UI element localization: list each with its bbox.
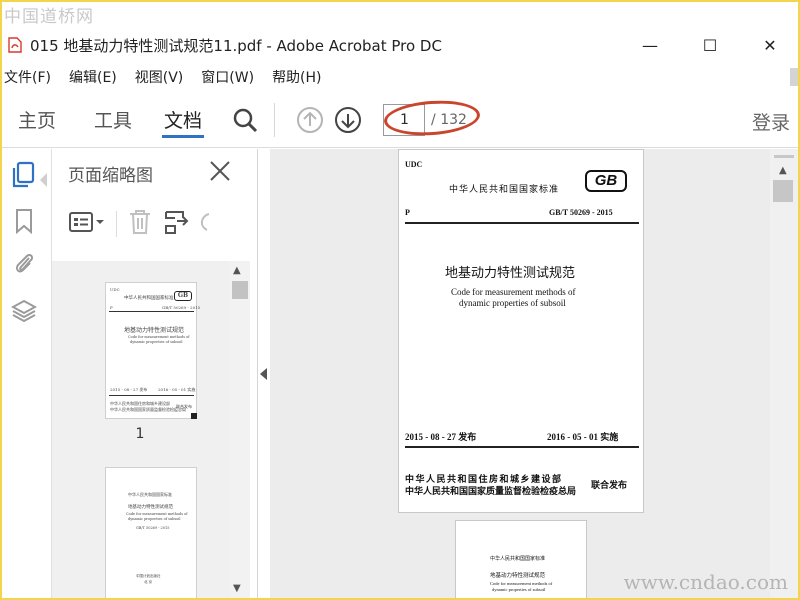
panel-title: 页面缩略图 [68, 166, 153, 186]
bookmark-icon[interactable] [10, 207, 38, 235]
thumbnail-options-icon[interactable] [68, 210, 106, 238]
thumbnails-scrollbar[interactable]: ▲ ▼ [228, 261, 250, 600]
panel-tool-separator [116, 211, 117, 237]
watermark-top-left: 中国道桥网 [4, 7, 94, 27]
page1-en2: dynamic properties of subsoil [459, 298, 566, 308]
page-thumbnail-1-label: 1 [135, 426, 145, 442]
layers-icon[interactable] [10, 297, 38, 325]
thumb1-rule [109, 311, 194, 312]
tab-home[interactable]: 主页 [10, 92, 64, 148]
page1-code: GB/T 50269 - 2015 [549, 208, 613, 217]
thumb2-l7: 北 京 [144, 580, 153, 584]
left-navigation-rail [0, 149, 52, 600]
thumb2-l6: 中国计划出版社 [136, 574, 161, 578]
thumbnails-scroll-track [230, 261, 250, 600]
menubar-scroll-stub [790, 68, 798, 86]
window-title: 015 地基动力特性测试规范11.pdf - Adobe Acrobat Pro… [30, 36, 442, 55]
page-thumbnails-panel: 页面缩略图 UDC 中华人民共和国国家标准 GB P GB/T 50269 - … [52, 149, 258, 600]
thumb1-issuer2: 中华人民共和国国家质量监督检验检疫总局 [110, 407, 186, 412]
close-button[interactable]: ✕ [740, 28, 800, 62]
thumb2-l1: 中华人民共和国国家标准 [128, 492, 172, 497]
thumb1-en1: Code for measurement methods of [128, 335, 190, 339]
page1-date-effective: 2016 - 05 - 01 实施 [547, 432, 619, 442]
next-page-icon[interactable] [331, 103, 365, 137]
page1-udc: UDC [405, 160, 423, 169]
minimize-button[interactable]: — [620, 28, 680, 62]
thumb1-en2: dynamic properties of subsoil [130, 340, 183, 344]
extract-page-icon[interactable] [163, 208, 191, 240]
delete-page-icon[interactable] [127, 208, 153, 240]
window-controls: — ☐ ✕ [620, 28, 800, 62]
watermark-bottom-right: www.cndao.com [623, 570, 788, 594]
thumb1-selection-handle [191, 413, 197, 419]
thumbnail-toolbar [68, 207, 211, 241]
tab-document[interactable]: 文档 [156, 92, 210, 148]
rotate-page-icon[interactable] [197, 208, 211, 240]
thumb1-udc: UDC [110, 287, 120, 292]
thumb1-title: 地基动力特性测试规范 [124, 327, 185, 334]
menu-file[interactable]: 文件(F) [4, 67, 51, 87]
thumb1-p: P [110, 305, 113, 310]
prev-page-icon[interactable] [293, 103, 327, 137]
pdf-page-2: 中华人民共和国国家标准 地基动力特性测试规范 Code for measurem… [455, 520, 587, 600]
page1-date-issue: 2015 - 08 - 27 发布 [405, 432, 477, 442]
thumb1-date1: 2015 - 08 - 27 发布 [110, 387, 148, 392]
search-icon[interactable] [228, 103, 262, 137]
page2-l4: dynamic properties of subsoil [492, 587, 546, 592]
pdf-page-1: UDC 中华人民共和国国家标准 GB P GB/T 50269 - 2015 地… [398, 149, 644, 513]
thumb2-l4: dynamic properties of subsoil [128, 517, 181, 521]
thumb1-date2: 2016 - 05 - 01 实施 [158, 387, 196, 392]
thumb1-joint: 联合发布 [176, 404, 192, 409]
page1-en1: Code for measurement methods of [451, 287, 576, 297]
scroll-up-arrow[interactable]: ▲ [233, 265, 241, 276]
thumb1-rule2 [109, 395, 194, 396]
page2-l3: Code for measurement methods of [490, 581, 553, 586]
rail-active-marker [40, 173, 47, 187]
close-panel-icon[interactable] [208, 159, 232, 183]
page1-gb-logo: GB [585, 170, 627, 192]
page1-title: 地基动力特性测试规范 [445, 265, 576, 280]
document-view: UDC 中华人民共和国国家标准 GB P GB/T 50269 - 2015 地… [270, 149, 770, 600]
doc-scroll-up-arrow[interactable]: ▲ [779, 165, 787, 176]
maximize-button[interactable]: ☐ [680, 28, 740, 62]
page1-top-rule [405, 222, 639, 224]
thumb2-l5: GB/T 50269 - 2015 [136, 526, 170, 530]
thumbnails-scroll-thumb[interactable] [232, 281, 248, 299]
thumb2-l2: 地基动力特性测试规范 [128, 505, 173, 510]
main-toolbar: 主页 工具 文档 1 / 132 登录 [0, 92, 800, 148]
toolbar-separator [274, 102, 276, 137]
scroll-down-arrow[interactable]: ▼ [233, 583, 241, 594]
thumb1-gb-logo: GB [174, 291, 192, 301]
menu-help[interactable]: 帮助(H) [272, 67, 321, 87]
page-thumbnail-1[interactable]: UDC 中华人民共和国国家标准 GB P GB/T 50269 - 2015 地… [105, 282, 201, 419]
doc-scroll-thumb[interactable] [773, 180, 793, 202]
thumb2-l3: Code for measurement methods of [126, 512, 188, 516]
tab-tools[interactable]: 工具 [86, 92, 140, 148]
menu-window[interactable]: 窗口(W) [201, 67, 254, 87]
page-thumbnail-2[interactable]: 中华人民共和国国家标准 地基动力特性测试规范 Code for measurem… [105, 467, 197, 600]
thumb1-header: 中华人民共和国国家标准 [124, 296, 174, 301]
menu-edit[interactable]: 编辑(E) [69, 67, 117, 87]
document-scrollbar[interactable]: ▲ [770, 149, 800, 600]
page1-issuer2: 中华人民共和国国家质量监督检验检疫总局 [405, 486, 577, 496]
scrollbar-top-line [774, 155, 794, 158]
page2-l2: 地基动力特性测试规范 [490, 573, 546, 579]
title-bar: 015 地基动力特性测试规范11.pdf - Adobe Acrobat Pro… [0, 28, 800, 62]
page1-header: 中华人民共和国国家标准 [449, 184, 560, 194]
page-thumbnails-icon[interactable] [10, 161, 38, 189]
page1-bottom-rule [405, 446, 639, 448]
menu-bar: 文件(F) 编辑(E) 视图(V) 窗口(W) 帮助(H) [0, 64, 800, 90]
pdf-file-icon [8, 37, 22, 53]
page1-joint: 联合发布 [591, 480, 628, 490]
thumbnails-list: UDC 中华人民共和国国家标准 GB P GB/T 50269 - 2015 地… [52, 261, 228, 600]
attachment-icon[interactable] [10, 249, 38, 277]
thumb1-code: GB/T 50269 - 2015 [162, 305, 201, 310]
page2-l1: 中华人民共和国国家标准 [490, 557, 546, 562]
login-button[interactable]: 登录 [752, 108, 790, 135]
collapse-panel-icon[interactable] [260, 368, 267, 380]
menu-view[interactable]: 视图(V) [135, 67, 184, 87]
page1-p: P [405, 208, 410, 217]
